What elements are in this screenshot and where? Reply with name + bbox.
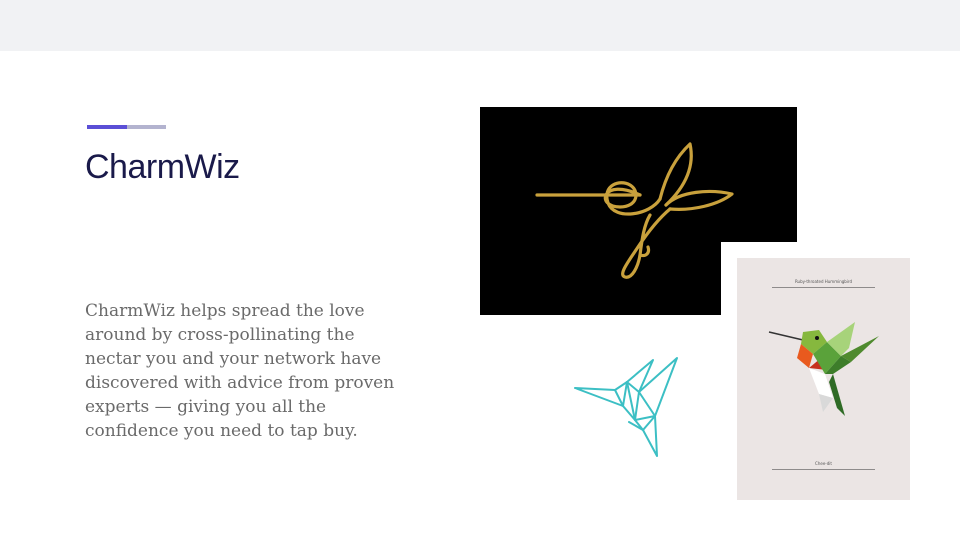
top-bar (0, 0, 960, 51)
origami-hummingbird-icon (574, 357, 678, 457)
poster-bottom-rule (772, 469, 875, 470)
hummingbird-poster-image: Ruby-throated Hummingbird Chee-dit (737, 258, 910, 500)
title-accent-line (87, 125, 166, 129)
slide-body-text: CharmWiz helps spread the love around by… (85, 301, 395, 441)
slide-title: CharmWiz (85, 148, 240, 186)
poster-footer: Chee-dit (815, 461, 832, 466)
origami-hummingbird-image (515, 322, 745, 537)
accent-primary-segment (87, 125, 127, 129)
accent-secondary-segment (127, 125, 166, 129)
